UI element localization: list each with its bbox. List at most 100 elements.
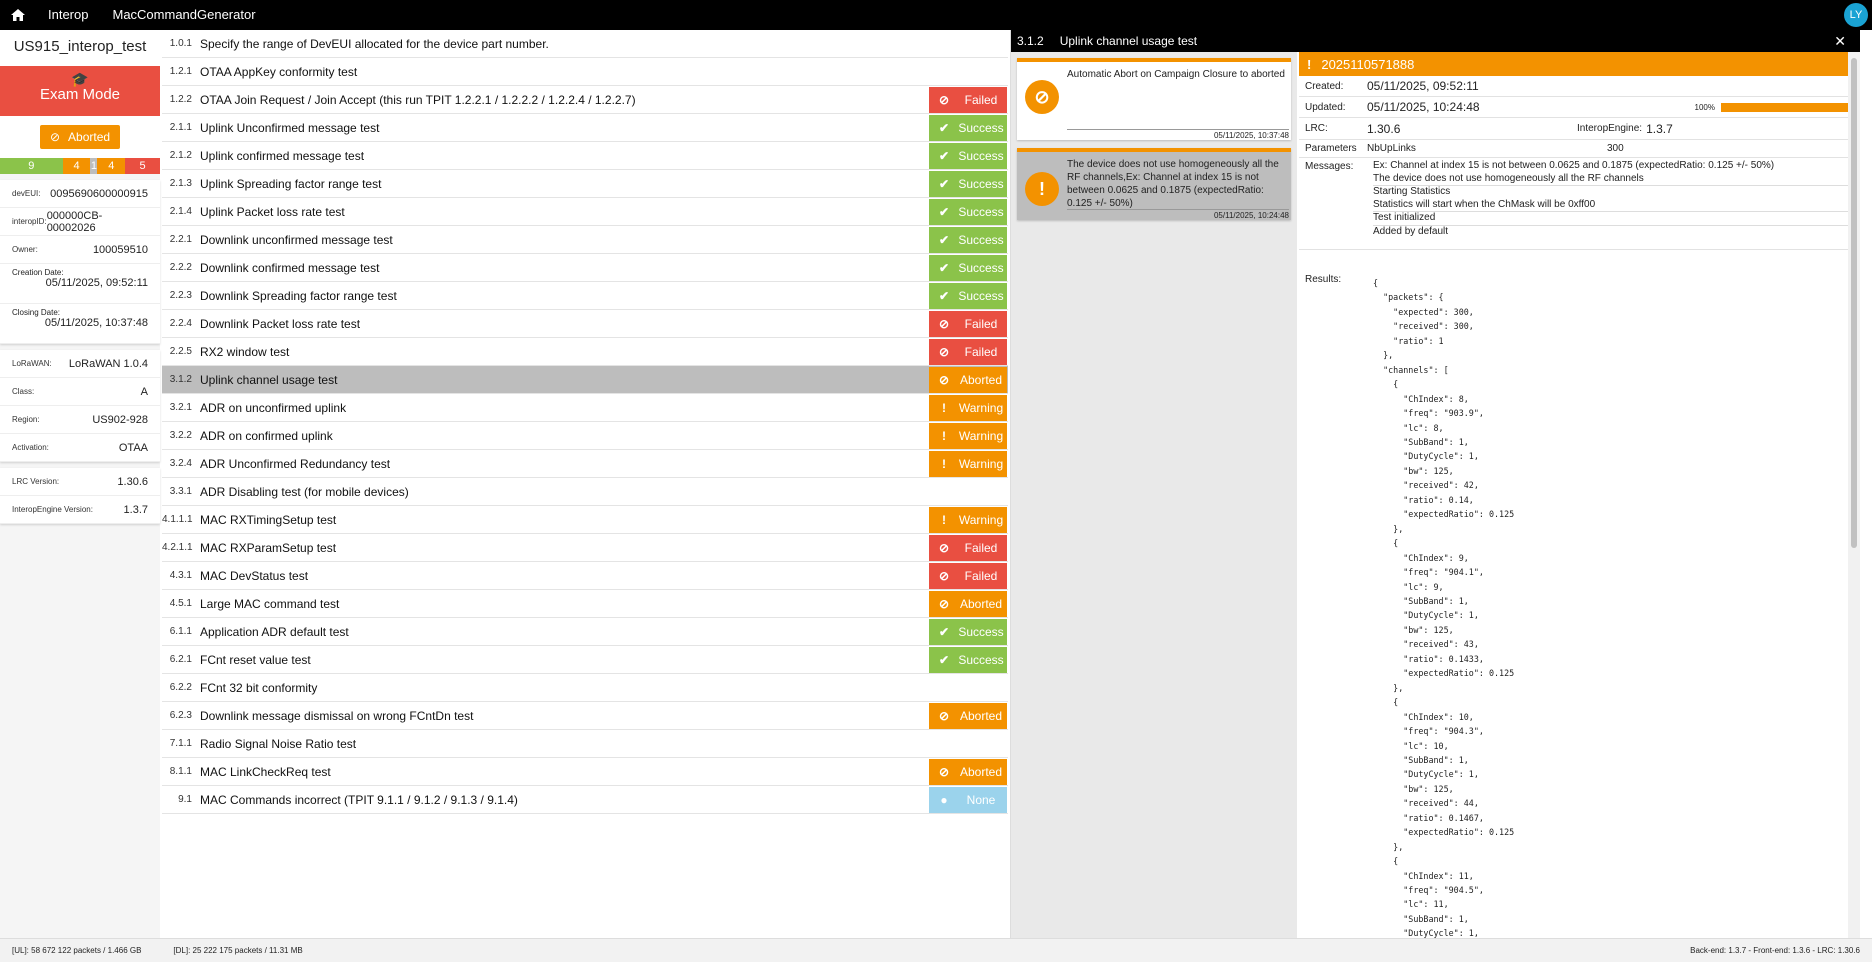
status-badge[interactable]: ⊘ Failed: [929, 86, 1007, 113]
test-row[interactable]: 1.2.2 OTAA Join Request / Join Accept (th…: [162, 86, 1008, 114]
status-badge[interactable]: ✔ Success: [929, 646, 1007, 673]
scrollbar[interactable]: [1848, 52, 1860, 938]
status-badge[interactable]: ! Warning: [929, 506, 1007, 533]
exclamation-icon: !: [942, 512, 946, 527]
test-number: 2.2.5: [169, 346, 192, 357]
owner-row: Owner: 100059510: [0, 236, 160, 264]
test-name: Downlink unconfirmed message test: [200, 232, 393, 247]
test-row[interactable]: 3.1.2 Uplink channel usage test ⊘ Aborted: [162, 366, 1008, 394]
test-number: 4.1.1.1: [162, 514, 193, 525]
test-name: Downlink message dismissal on wrong FCnt…: [200, 708, 474, 723]
message-list: ⊘ Automatic Abort on Campaign Closure to…: [1011, 52, 1297, 938]
top-bar: Interop MacCommandGenerator LY: [0, 0, 1872, 30]
test-row[interactable]: 1.0.1 Specify the range of DevEUI allocat…: [162, 30, 1008, 58]
nav-interop[interactable]: Interop: [36, 0, 100, 30]
test-name: Radio Signal Noise Ratio test: [200, 736, 357, 751]
lrc-version-row: LRC Version: 1.30.6: [0, 468, 160, 496]
test-row[interactable]: 4.1.1.1 MAC RXTimingSetup test! Warning: [162, 506, 1008, 534]
status-badge[interactable]: ! Warning: [929, 450, 1007, 477]
status-badge[interactable]: ✔ Success: [929, 254, 1007, 281]
ban-icon: ⊘: [938, 92, 950, 107]
test-row[interactable]: 2.1.3 Uplink Spreading factor range test ✔…: [162, 170, 1008, 198]
ban-icon: ⊘: [938, 708, 950, 723]
close-icon[interactable]: ✕: [1834, 33, 1846, 50]
activation-row: Activation: OTAA: [0, 434, 160, 462]
test-row[interactable]: 4.5.1 Large MAC command test ⊘ Aborted: [162, 590, 1008, 618]
region-row: Region: US902-928: [0, 406, 160, 434]
test-row[interactable]: 4.3.1 MAC DevStatus test ⊘ Failed: [162, 562, 1008, 590]
test-row[interactable]: 2.1.1 Uplink Unconfirmed message test ✔ Suc…: [162, 114, 1008, 142]
ban-icon: ⊘: [938, 596, 950, 611]
test-number: 7.1.1: [169, 738, 192, 749]
test-number: 1.2.2: [169, 94, 192, 105]
test-number: 4.2.1.1: [162, 542, 193, 553]
test-row[interactable]: 6.2.2 FCnt 32 bit conformity: [162, 674, 1008, 702]
test-row[interactable]: 9.1 MAC Commands incorrect (TPIT 9.1.1 / …: [162, 786, 1008, 814]
downlink-stats: [DL]: 25 222 175 packets / 11.31 MB: [173, 946, 303, 955]
test-row[interactable]: 3.2.2 ADR on confirmed uplink! Warning: [162, 422, 1008, 450]
test-row[interactable]: 3.2.1 ADR on unconfirmed uplink! Warning: [162, 394, 1008, 422]
test-row[interactable]: 7.1.1 Radio Signal Noise Ratio test: [162, 730, 1008, 758]
region-value: US902-928: [92, 413, 148, 426]
test-row[interactable]: 2.2.1 Downlink unconfirmed message test ✔ S…: [162, 226, 1008, 254]
aborted-status-button[interactable]: ⊘ Aborted: [39, 125, 121, 149]
progress: 100%: [1695, 103, 1851, 112]
uplink-stats: [UL]: 58 672 122 packets / 1.466 GB: [12, 946, 142, 955]
avatar[interactable]: LY: [1844, 3, 1868, 27]
owner-value: 100059510: [92, 243, 148, 256]
status-badge[interactable]: ⊘ Failed: [929, 562, 1007, 589]
check-icon: ✔: [938, 232, 950, 247]
status-label: Failed: [964, 344, 998, 359]
test-number: 3.2.4: [169, 458, 192, 469]
status-badge[interactable]: ! Warning: [929, 394, 1007, 421]
test-row[interactable]: 2.2.3 Downlink Spreading factor range tes…: [162, 282, 1008, 310]
test-row[interactable]: 2.2.5 RX2 window test ⊘ Failed: [162, 338, 1008, 366]
test-row[interactable]: 1.2.1 OTAA AppKey conformity test: [162, 58, 1008, 86]
status-badge[interactable]: ✔ Success: [929, 282, 1007, 309]
nav-mac-command-generator[interactable]: MacCommandGenerator: [100, 0, 267, 30]
message-card[interactable]: ! The device does not use homogeneously …: [1017, 148, 1291, 220]
test-row[interactable]: 3.2.4 ADR Unconfirmed Redundancy test! War…: [162, 450, 1008, 478]
test-row[interactable]: 4.2.1.1 MAC RXParamSetup test ⊘ Failed: [162, 534, 1008, 562]
test-row[interactable]: 2.2.2 Downlink confirmed message test ✔ Suc…: [162, 254, 1008, 282]
test-row[interactable]: 8.1.1 MAC LinkCheckReq test ⊘ Aborted: [162, 758, 1008, 786]
deveui-value: 0095690600000915: [50, 187, 148, 200]
status-badge[interactable]: ✔ Success: [929, 142, 1007, 169]
status-label: Aborted: [959, 596, 1003, 611]
status-badge[interactable]: ✔ Success: [929, 170, 1007, 197]
footer: [UL]: 58 672 122 packets / 1.466 GB [DL]…: [0, 938, 1872, 962]
scrollbar-thumb[interactable]: [1851, 58, 1857, 548]
status-badge[interactable]: ⊘ Failed: [929, 534, 1007, 561]
status-badge[interactable]: ⊘ Aborted: [929, 590, 1007, 617]
test-row[interactable]: 6.2.1 FCnt reset value test ✔ Success: [162, 646, 1008, 674]
test-row[interactable]: 3.3.1 ADR Disabling test (for mobile devi…: [162, 478, 1008, 506]
status-badge[interactable]: ⊘ Aborted: [929, 366, 1007, 393]
test-row[interactable]: 6.1.1 Application ADR default test ✔ Succes…: [162, 618, 1008, 646]
status-badge[interactable]: ⊘ Aborted: [929, 758, 1007, 785]
test-name: Large MAC command test: [200, 596, 340, 611]
status-badge[interactable]: ⊘ Failed: [929, 310, 1007, 337]
status-badge[interactable]: ● None: [929, 786, 1007, 813]
message-card[interactable]: ⊘ Automatic Abort on Campaign Closure to…: [1017, 58, 1291, 140]
status-badge[interactable]: ✔ Success: [929, 226, 1007, 253]
status-badge[interactable]: ! Warning: [929, 422, 1007, 449]
ban-icon: ⊘: [938, 344, 950, 359]
home-icon[interactable]: [0, 0, 36, 30]
status-badge[interactable]: ⊘ Failed: [929, 338, 1007, 365]
detail-test-number: 3.1.2: [1017, 34, 1044, 48]
status-badge[interactable]: ✔ Success: [929, 198, 1007, 225]
test-row[interactable]: 2.1.2 Uplink confirmed message test ✔ Succe…: [162, 142, 1008, 170]
status-badge[interactable]: ⊘ Aborted: [929, 702, 1007, 729]
status-badge[interactable]: ✔ Success: [929, 618, 1007, 645]
status-badge[interactable]: ✔ Success: [929, 114, 1007, 141]
test-number: 2.2.3: [169, 290, 192, 301]
test-name: Application ADR default test: [200, 624, 349, 639]
message-date: 05/11/2025, 10:37:48: [1067, 129, 1289, 140]
test-name: Downlink Spreading factor range test: [200, 288, 397, 303]
test-row[interactable]: 2.1.4 Uplink Packet loss rate test ✔ Succes…: [162, 198, 1008, 226]
interopid-value: 000000CB-00002026: [46, 209, 103, 234]
test-row[interactable]: 6.2.3 Downlink message dismissal on wrong…: [162, 702, 1008, 730]
ban-icon: ⊘: [938, 316, 950, 331]
lrc-version-value: 1.30.6: [117, 475, 148, 488]
test-row[interactable]: 2.2.4 Downlink Packet loss rate test ⊘ Fail…: [162, 310, 1008, 338]
